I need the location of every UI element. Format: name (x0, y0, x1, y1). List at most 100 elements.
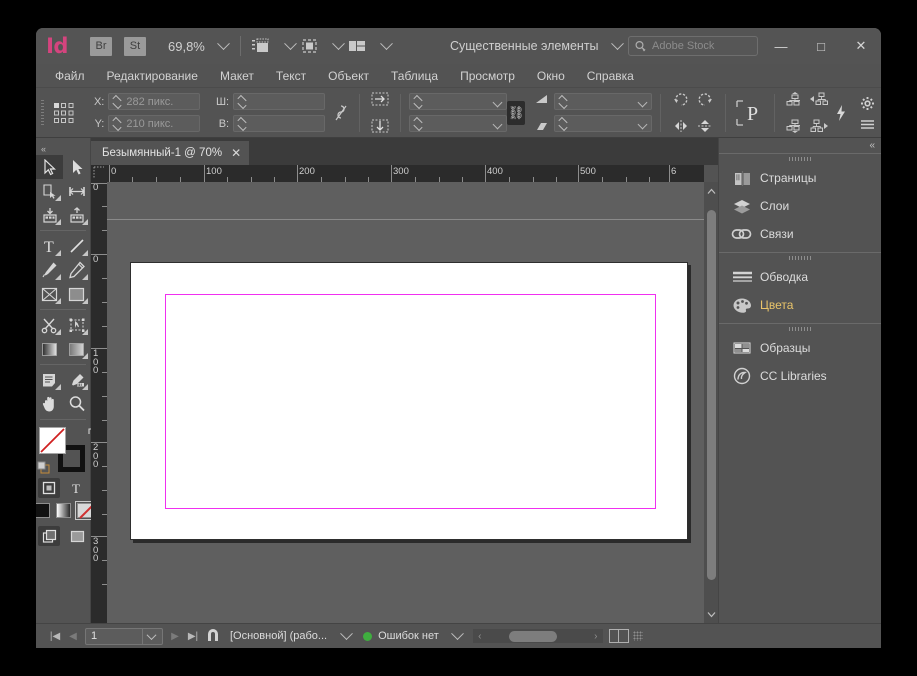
frame-corner-icon[interactable]: P (734, 96, 766, 130)
scale-y-dropdown-icon[interactable] (492, 120, 502, 130)
quick-apply-icon[interactable] (831, 102, 851, 124)
shear-input[interactable] (554, 115, 652, 132)
bridge-button[interactable]: Br (90, 37, 112, 56)
canvas-pasteboard[interactable] (107, 182, 704, 623)
panel-group-grip[interactable] (719, 324, 881, 334)
scale-x-dropdown-icon[interactable] (492, 98, 502, 108)
note-tool[interactable] (36, 368, 63, 392)
eyedropper-tool[interactable] (63, 368, 90, 392)
x-input[interactable]: 282 пикс. (108, 93, 200, 110)
arrange-documents-icon[interactable] (346, 37, 368, 55)
shear-dropdown-icon[interactable] (638, 120, 648, 130)
gradient-feather-tool[interactable] (63, 337, 90, 361)
menu-window[interactable]: Окно (526, 64, 576, 88)
screen-mode-dropdown[interactable] (332, 36, 346, 56)
apply-color-button[interactable] (36, 503, 50, 518)
gradient-swatch-tool[interactable] (36, 337, 63, 361)
vertical-ruler[interactable]: 0 0 100 200 300 (91, 182, 107, 623)
panel-item-links[interactable]: Связи (719, 220, 881, 248)
next-page-button[interactable]: ▶ (166, 627, 184, 645)
scale-y-stepper[interactable] (413, 117, 423, 131)
select-previous-icon[interactable] (807, 88, 831, 110)
vertical-scroll-thumb[interactable] (707, 210, 716, 580)
apply-none-button[interactable] (77, 503, 92, 518)
menu-help[interactable]: Справка (576, 64, 645, 88)
panel-item-stroke[interactable]: Обводка (719, 263, 881, 291)
rotation-dropdown-icon[interactable] (638, 98, 648, 108)
gap-tool[interactable] (63, 179, 90, 203)
scroll-left-icon[interactable]: ‹ (473, 631, 487, 642)
menu-object[interactable]: Объект (317, 64, 380, 88)
panel-collapse-button[interactable]: « (719, 138, 881, 153)
apply-to-text-button[interactable]: T (66, 478, 88, 498)
constrain-scale-button[interactable]: ⛓ (507, 101, 525, 125)
scroll-up-icon[interactable] (704, 184, 718, 198)
master-page-icon[interactable] (202, 627, 226, 645)
ruler-origin-corner[interactable] (91, 165, 107, 182)
panel-item-layers[interactable]: Слои (719, 192, 881, 220)
workspace-switcher[interactable]: Существенные элементы (450, 36, 625, 56)
rotate-clockwise-icon[interactable] (669, 88, 693, 110)
view-options-dropdown[interactable] (284, 36, 298, 56)
gear-icon[interactable] (860, 96, 875, 111)
view-options-icon[interactable] (250, 37, 272, 55)
search-input[interactable]: Adobe Stock (652, 40, 714, 52)
page-number-input[interactable]: 1 (85, 628, 163, 645)
line-tool[interactable] (63, 234, 90, 258)
zoom-tool[interactable] (63, 392, 90, 416)
last-page-button[interactable]: ▶| (184, 627, 202, 645)
screen-mode-icon[interactable] (298, 37, 320, 55)
menu-layout[interactable]: Макет (209, 64, 265, 88)
select-content-icon[interactable] (783, 115, 807, 137)
horizontal-scrollbar[interactable]: ‹ › (473, 629, 603, 643)
select-next-icon[interactable] (807, 115, 831, 137)
rectangle-tool[interactable] (63, 282, 90, 306)
menu-type[interactable]: Текст (265, 64, 317, 88)
rotation-input[interactable] (554, 93, 652, 110)
default-fill-stroke-icon[interactable] (37, 461, 51, 475)
scale-x-input[interactable] (409, 93, 507, 110)
panel-item-pages[interactable]: Страницы (719, 164, 881, 192)
panel-group-grip[interactable] (719, 154, 881, 164)
fill-swatch[interactable] (39, 427, 66, 454)
pencil-tool[interactable] (63, 258, 90, 282)
y-stepper[interactable] (112, 117, 122, 131)
hand-tool[interactable] (36, 392, 63, 416)
reference-point-selector[interactable] (51, 100, 77, 126)
menu-edit[interactable]: Редактирование (96, 64, 209, 88)
height-input[interactable] (233, 115, 325, 132)
scale-y-input[interactable] (409, 115, 507, 132)
shear-stepper[interactable] (558, 117, 568, 131)
preflight-dropdown-icon[interactable] (451, 626, 465, 646)
scissors-tool[interactable] (36, 313, 63, 337)
horizontal-scroll-thumb[interactable] (509, 631, 557, 642)
selection-tool[interactable] (36, 155, 63, 179)
master-page-label[interactable]: [Основной] (рабо... (230, 630, 327, 642)
constrain-proportions-icon[interactable] (331, 102, 351, 124)
menu-table[interactable]: Таблица (380, 64, 449, 88)
apply-to-container-button[interactable] (38, 478, 60, 498)
zoom-level-value[interactable]: 69,8% (168, 39, 205, 54)
screen-mode-group-2[interactable] (298, 36, 346, 56)
menu-file[interactable]: Файл (44, 64, 96, 88)
content-collector-tool[interactable] (36, 203, 63, 227)
panel-item-cc-libraries[interactable]: CC Libraries (719, 362, 881, 390)
close-button[interactable]: ✕ (841, 28, 881, 64)
page-number-dropdown-icon[interactable] (142, 629, 160, 644)
screen-mode-group[interactable] (250, 36, 298, 56)
arrange-documents-group[interactable] (346, 36, 394, 56)
normal-view-mode-button[interactable] (38, 526, 60, 546)
content-placer-tool[interactable] (63, 203, 90, 227)
vertical-scrollbar[interactable] (704, 182, 718, 623)
panel-item-color[interactable]: Цвета (719, 291, 881, 319)
minimize-button[interactable]: — (761, 28, 801, 64)
x-stepper[interactable] (112, 95, 122, 109)
stock-button[interactable]: St (124, 37, 146, 56)
zoom-level-dropdown[interactable] (217, 36, 231, 56)
preview-view-mode-button[interactable] (66, 526, 88, 546)
page-tool[interactable] (36, 179, 63, 203)
rotation-stepper[interactable] (558, 95, 568, 109)
frame-tool[interactable] (36, 282, 63, 306)
type-tool[interactable]: T (36, 234, 63, 258)
fit-content-to-frame-icon[interactable] (368, 88, 392, 110)
